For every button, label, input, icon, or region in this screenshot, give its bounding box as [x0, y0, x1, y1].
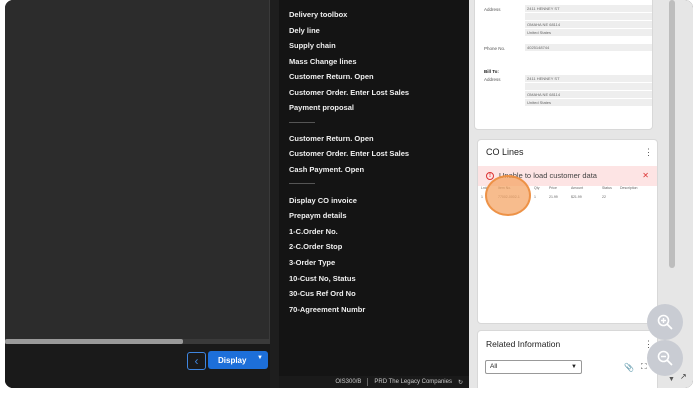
phone-label: Phone No. — [484, 46, 506, 51]
menu-separator — [289, 183, 315, 184]
zoom-in-icon — [657, 314, 673, 330]
ship-address-line2 — [525, 13, 652, 20]
bill-to-label: Bill To: — [484, 69, 499, 74]
co-lines-title: CO Lines — [486, 147, 524, 157]
related-filter-select[interactable]: All ▼ — [485, 360, 582, 374]
menu-item[interactable]: Customer Return. Open — [289, 134, 374, 143]
vertical-scrollbar[interactable] — [669, 0, 675, 268]
table-cell: 21.99 — [549, 195, 558, 199]
table-cell: 1 — [481, 195, 483, 199]
ship-address-line1: 2411 HENNEY ST — [525, 5, 652, 12]
address-label: Address — [484, 7, 501, 12]
zoom-out-button[interactable] — [647, 340, 683, 376]
bill-country: United States — [525, 99, 652, 106]
menu-separator — [289, 122, 315, 123]
close-icon[interactable]: ✕ — [642, 171, 649, 180]
scroll-down-arrow[interactable]: ▼ — [668, 376, 675, 383]
address-card: Address 2411 HENNEY ST OMAHA NE 68114 Un… — [474, 0, 653, 130]
menu-item[interactable]: 3-Order Type — [289, 258, 335, 267]
paperclip-icon[interactable]: 📎 — [624, 363, 634, 372]
menu-item[interactable]: Customer Order. Enter Lost Sales — [289, 149, 409, 158]
table-cell: 22 — [602, 195, 606, 199]
program-name: OIS300/B — [335, 379, 362, 385]
caret-down-icon[interactable]: ▼ — [257, 355, 263, 361]
related-information-title: Related Information — [486, 339, 561, 349]
expand-icon[interactable]: ⛶ — [641, 362, 647, 372]
menu-item[interactable]: Delivery toolbox — [289, 10, 347, 19]
display-button[interactable]: Display ▼ — [208, 351, 268, 369]
caret-down-icon: ▼ — [571, 364, 577, 370]
column-header: Description — [620, 186, 638, 190]
environment-name: PRD The Legacy Companies — [374, 379, 452, 385]
menu-item[interactable]: Customer Return. Open — [289, 72, 374, 81]
zoom-out-icon — [657, 350, 673, 366]
related-filter-value: All — [490, 363, 498, 370]
menu-item[interactable]: Cash Payment. Open — [289, 165, 364, 174]
menu-item[interactable]: Dely line — [289, 26, 320, 35]
phone-value: 4025148744 — [525, 44, 652, 51]
table-cell: $21.99 — [571, 195, 582, 199]
external-link-icon[interactable]: ↗ — [680, 372, 687, 381]
left-panel — [5, 0, 270, 388]
bill-address-label: Address — [484, 77, 501, 82]
click-highlight — [485, 175, 531, 216]
menu-item[interactable]: Prepaym details — [289, 211, 347, 220]
back-button[interactable]: ‹ — [187, 352, 206, 370]
refresh-icon[interactable]: ↻ — [458, 379, 463, 386]
display-button-label: Display — [218, 355, 247, 365]
co-lines-card: CO Lines ⋮ ! Unable to load customer dat… — [477, 139, 658, 324]
column-header: Qty — [534, 186, 540, 190]
menu-item[interactable]: Customer Order. Enter Lost Sales — [289, 88, 409, 97]
bill-address-line2 — [525, 83, 652, 90]
ship-country: United States — [525, 29, 652, 36]
menu-item[interactable]: 1-C.Order No. — [289, 227, 338, 236]
column-header: Status — [602, 186, 612, 190]
status-bar: OIS300/B PRD The Legacy Companies ↻ — [279, 376, 469, 388]
related-options-menu: Delivery toolbox Dely line Supply chain … — [279, 0, 469, 376]
table-cell: 1 — [534, 195, 536, 199]
kebab-menu-icon[interactable]: ⋮ — [644, 147, 653, 158]
menu-item[interactable]: Mass Change lines — [289, 57, 357, 66]
menu-item[interactable]: 2-C.Order Stop — [289, 242, 342, 251]
menu-item[interactable]: 70-Agreement Numbr — [289, 305, 365, 314]
menu-item[interactable]: Payment proposal — [289, 103, 354, 112]
chevron-left-icon: ‹ — [194, 354, 199, 368]
menu-item[interactable]: 30-Cus Ref Ord No — [289, 289, 356, 298]
zoom-in-button[interactable] — [647, 304, 683, 340]
bill-address-line3: OMAHA NE 68114 — [525, 91, 652, 98]
bill-address-line1: 2411 HENNEY ST — [525, 75, 652, 82]
status-divider — [367, 378, 369, 386]
menu-item[interactable]: 10-Cust No, Status — [289, 274, 356, 283]
menu-item[interactable]: Display CO invoice — [289, 196, 357, 205]
ship-address-line3: OMAHA NE 68114 — [525, 21, 652, 28]
column-header: Price — [549, 186, 557, 190]
column-header: Amount — [571, 186, 584, 190]
app-window: ‹ Display ▼ Delivery toolbox Dely line S… — [5, 0, 693, 388]
related-information-card: Related Information ⋮ All ▼ 📎 ⛶ — [477, 330, 658, 388]
menu-item[interactable]: Supply chain — [289, 41, 336, 50]
